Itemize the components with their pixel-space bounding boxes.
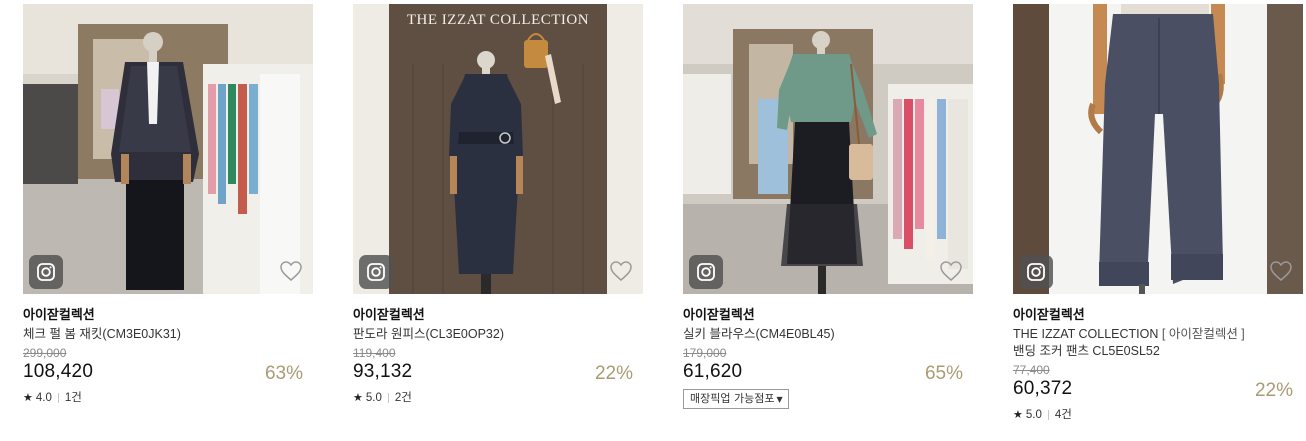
product-name-line1: THE IZZAT COLLECTION — [1013, 327, 1159, 341]
product-card[interactable]: 아이잗컬렉션 실키 블라우스(CM4E0BL45) 179,000 61,620… — [683, 4, 973, 409]
original-price: 179,000 — [683, 346, 727, 360]
instagram-icon[interactable] — [29, 255, 63, 289]
star-icon: ★ — [1013, 409, 1023, 421]
heart-outline-icon[interactable] — [1269, 260, 1293, 282]
instagram-icon[interactable] — [1019, 255, 1053, 289]
discount-rate: 22% — [594, 363, 633, 384]
store-sign-text: THE IZZAT COLLECTION — [407, 12, 589, 28]
blouse-mannequin-photo — [683, 4, 973, 294]
product-image[interactable] — [23, 4, 313, 294]
original-price: 77,400 — [1013, 363, 1050, 377]
heart-outline-icon[interactable] — [939, 260, 963, 282]
product-option: [ 아이잗컬렉션 ] — [1161, 327, 1245, 341]
product-image[interactable] — [683, 4, 973, 294]
product-name[interactable]: THE IZZAT COLLECTION [ 아이잗컬렉션 ] 밴딩 조커 팬츠… — [1013, 326, 1303, 360]
store-pickup-dropdown[interactable]: 매장픽업 가능점포 ▼ — [683, 389, 789, 409]
jacket-mannequin-photo — [23, 4, 313, 294]
product-image[interactable] — [1013, 4, 1303, 294]
brand-name[interactable]: 아이잗컬렉션 — [23, 307, 313, 323]
divider — [1047, 410, 1049, 420]
caret-down-icon: ▼ — [776, 395, 783, 404]
heart-outline-icon[interactable] — [609, 260, 633, 282]
product-name[interactable]: 실키 블라우스(CM4E0BL45) — [683, 326, 973, 343]
product-name[interactable]: 판도라 원피스(CL3E0OP32) — [353, 326, 643, 343]
store-pickup-label: 매장픽업 가능점포 — [690, 392, 775, 405]
discount-rate: 63% — [264, 363, 303, 384]
review-count: 1건 — [64, 392, 82, 404]
discount-rate: 22% — [1254, 380, 1293, 401]
sale-price: 60,372 — [1013, 378, 1073, 399]
original-price: 119,400 — [353, 346, 396, 360]
instagram-icon[interactable] — [689, 255, 723, 289]
divider — [387, 393, 389, 403]
dress-mannequin-photo: THE IZZAT COLLECTION — [353, 4, 643, 294]
sale-price: 93,132 — [353, 361, 413, 382]
pants-mannequin-photo — [1013, 4, 1303, 294]
brand-name[interactable]: 아이잗컬렉션 — [353, 307, 643, 323]
product-name-line2: 밴딩 조커 팬츠 CL5E0SL52 — [1013, 344, 1160, 358]
original-price: 299,000 — [23, 346, 67, 360]
star-icon: ★ — [23, 392, 33, 404]
sale-price: 61,620 — [683, 361, 743, 382]
star-icon: ★ — [353, 392, 363, 404]
sale-price: 108,420 — [23, 361, 94, 382]
rating-summary: ★ 4.0 1건 — [23, 391, 313, 405]
rating-value: 5.0 — [1025, 409, 1042, 421]
heart-outline-icon[interactable] — [279, 260, 303, 282]
product-card[interactable]: THE IZZAT COLLECTION 아이잗컬렉션 판도라 원피스(CL3E… — [353, 4, 643, 405]
review-count: 2건 — [394, 392, 412, 404]
rating-summary: ★ 5.0 4건 — [1013, 408, 1303, 422]
product-card[interactable]: 아이잗컬렉션 THE IZZAT COLLECTION [ 아이잗컬렉션 ] 밴… — [1013, 4, 1303, 422]
review-count: 4건 — [1054, 409, 1072, 421]
discount-rate: 65% — [924, 363, 963, 384]
product-image[interactable]: THE IZZAT COLLECTION — [353, 4, 643, 294]
divider — [57, 393, 59, 403]
rating-value: 5.0 — [365, 392, 382, 404]
rating-summary: ★ 5.0 2건 — [353, 391, 643, 405]
rating-value: 4.0 — [35, 392, 52, 404]
brand-name[interactable]: 아이잗컬렉션 — [683, 307, 973, 323]
product-card[interactable]: 아이잗컬렉션 체크 펄 봄 재킷(CM3E0JK31) 299,000 108,… — [23, 4, 313, 405]
brand-name[interactable]: 아이잗컬렉션 — [1013, 307, 1303, 323]
product-name[interactable]: 체크 펄 봄 재킷(CM3E0JK31) — [23, 326, 313, 343]
instagram-icon[interactable] — [359, 255, 393, 289]
